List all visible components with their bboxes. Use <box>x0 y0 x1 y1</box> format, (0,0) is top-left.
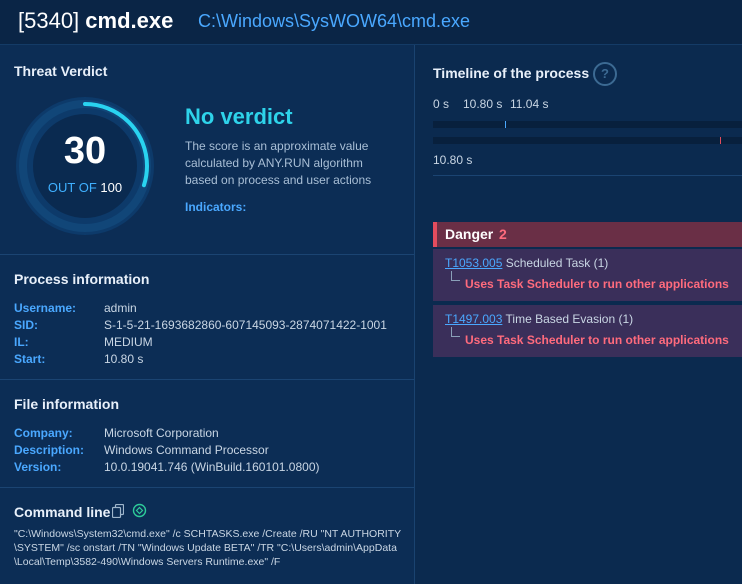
technique: T1497.003 Time Based Evasion (1) <box>445 312 633 326</box>
timeline-tick-process-end: 11.04 s <box>510 97 549 111</box>
help-icon[interactable]: ? <box>593 62 617 86</box>
description-value: Windows Command Processor <box>104 443 269 457</box>
timeline-footer: 10.80 s <box>433 153 473 167</box>
timeline-divider <box>433 175 742 176</box>
timeline-track[interactable] <box>433 121 742 128</box>
score-max: OUT OF 100 <box>14 180 156 195</box>
right-panel: Timeline of the process ? 0 s 10.80 s 11… <box>415 45 742 584</box>
timeline-tick-start: 0 s <box>433 97 450 111</box>
technique-name: Time Based Evasion (1) <box>505 312 634 326</box>
indicators-label: Indicators: <box>185 200 247 214</box>
command-line-title: Command line <box>14 504 111 520</box>
danger-header: Danger 2 <box>433 222 742 247</box>
divider <box>0 254 414 255</box>
process-info-title: Process information <box>14 271 150 287</box>
tree-connector <box>451 271 460 281</box>
copy-icon[interactable] <box>112 504 124 518</box>
out-of-label: OUT OF <box>47 180 97 195</box>
technique-name: Scheduled Task (1) <box>505 256 609 270</box>
il-key: IL: <box>14 335 29 349</box>
version-key: Version: <box>14 460 62 474</box>
threat-verdict-title: Threat Verdict <box>14 63 108 79</box>
technique: T1053.005 Scheduled Task (1) <box>445 256 608 270</box>
company-key: Company: <box>14 426 73 440</box>
technique-link[interactable]: T1053.005 <box>445 256 502 270</box>
out-of-value: 100 <box>100 180 123 195</box>
process-title: [5340] cmd.exe <box>18 8 173 34</box>
timeline-title: Timeline of the process <box>433 65 590 81</box>
version-value: 10.0.19041.746 (WinBuild.160101.0800) <box>104 460 320 474</box>
start-key: Start: <box>14 352 46 366</box>
divider <box>0 487 414 488</box>
timeline-tick-process-start: 10.80 s <box>463 97 503 111</box>
process-name: cmd.exe <box>85 8 174 33</box>
command-line-text[interactable]: "C:\Windows\System32\cmd.exe" /c SCHTASK… <box>14 527 404 569</box>
sid-value: S-1-5-21-1693682860-607145093-2874071422… <box>104 318 387 332</box>
danger-label: Danger <box>445 226 494 242</box>
username-value: admin <box>104 301 137 315</box>
il-value: MEDIUM <box>104 335 153 349</box>
timeline-track[interactable] <box>433 137 742 144</box>
danger-item: T1053.005 Scheduled Task (1) Uses Task S… <box>433 249 742 301</box>
technique-detail: Uses Task Scheduler to run other applica… <box>465 333 729 347</box>
technique-link[interactable]: T1497.003 <box>445 312 502 326</box>
start-value: 10.80 s <box>104 352 144 366</box>
divider <box>0 379 414 380</box>
tree-connector <box>451 327 460 337</box>
company-value: Microsoft Corporation <box>104 426 219 440</box>
danger-count: 2 <box>499 226 507 242</box>
timeline-danger-marker <box>720 137 721 144</box>
threat-score: 30 <box>63 130 107 172</box>
verdict-description: The score is an approximate value calcul… <box>185 139 372 187</box>
left-panel: Threat Verdict 30 OUT OF 100 No verdict … <box>0 45 415 584</box>
process-path[interactable]: C:\Windows\SysWOW64\cmd.exe <box>198 11 470 32</box>
window-header: [5340] cmd.exe C:\Windows\SysWOW64\cmd.e… <box>0 0 742 45</box>
technique-detail: Uses Task Scheduler to run other applica… <box>465 277 729 291</box>
description-key: Description: <box>14 443 85 457</box>
file-info-title: File information <box>14 396 119 412</box>
process-id: [5340] <box>18 8 80 33</box>
verdict-title: No verdict <box>185 104 293 129</box>
timeline-marker <box>505 121 506 128</box>
username-key: Username: <box>14 301 77 315</box>
danger-item: T1497.003 Time Based Evasion (1) Uses Ta… <box>433 305 742 357</box>
sid-key: SID: <box>14 318 38 332</box>
chatgpt-icon[interactable] <box>132 503 147 518</box>
